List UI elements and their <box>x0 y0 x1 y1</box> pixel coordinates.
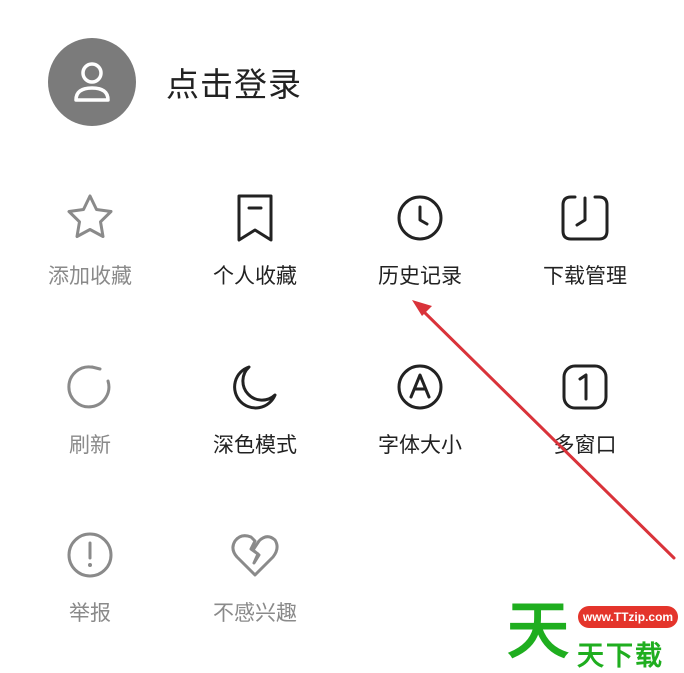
watermark-logo: 天 <box>507 594 570 667</box>
watermark: 天 www.TTzip.com 天下载 <box>505 594 680 672</box>
annotation-arrow <box>412 300 676 560</box>
watermark-text: 天下载 <box>577 641 664 672</box>
watermark-url: www.TTzip.com <box>578 606 678 628</box>
